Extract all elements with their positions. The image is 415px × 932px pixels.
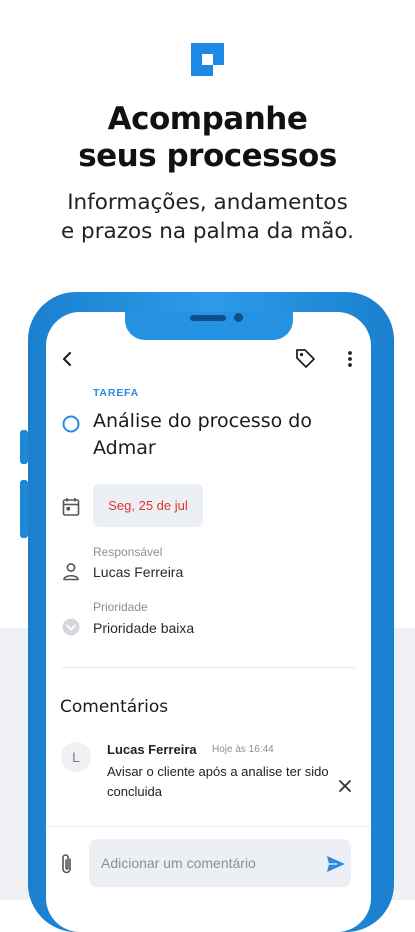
comment-text: Avisar o cliente após a analise ter sido… — [107, 764, 329, 799]
task-kind-label: TAREFA — [93, 387, 140, 399]
due-date-chip[interactable]: Seg, 25 de jul — [93, 484, 203, 527]
more-vertical-icon[interactable] — [341, 349, 359, 369]
phone-notch — [125, 312, 293, 340]
priority-value[interactable]: Prioridade baixa — [93, 620, 194, 636]
person-icon — [63, 563, 79, 581]
chevron-left-icon[interactable] — [60, 350, 74, 368]
promo-subline: Informações, andamentos e prazos na palm… — [0, 188, 415, 246]
close-icon[interactable] — [338, 779, 352, 793]
phone-camera — [234, 313, 243, 322]
calendar-icon — [62, 498, 80, 516]
priority-label: Prioridade — [93, 600, 148, 614]
phone-side-button — [20, 430, 28, 464]
comment-timestamp: Hoje às 16:44 — [212, 744, 274, 755]
app-logo-icon — [191, 43, 224, 76]
headline-line-1: Acompanhe — [107, 101, 308, 137]
phone-screen: TAREFA Análise do processo do Admar Seg,… — [46, 312, 371, 932]
phone-speaker — [190, 315, 226, 321]
paperclip-icon[interactable] — [58, 852, 76, 876]
avatar: L — [61, 742, 91, 772]
responsible-label: Responsável — [93, 545, 163, 559]
section-divider — [62, 667, 355, 668]
subline-line-1: Informações, andamentos — [67, 190, 348, 215]
send-icon[interactable] — [326, 855, 346, 873]
comments-heading: Comentários — [60, 697, 169, 717]
task-title: Análise do processo do Admar — [93, 410, 312, 459]
responsible-value[interactable]: Lucas Ferreira — [93, 564, 183, 580]
comment-author: Lucas Ferreira — [107, 742, 197, 757]
task-complete-checkbox[interactable] — [62, 415, 80, 433]
priority-low-icon — [62, 618, 80, 636]
subline-line-2: e prazos na palma da mão. — [61, 219, 354, 244]
headline-line-2: seus processos — [78, 138, 337, 174]
promo-headline: Acompanhe seus processos — [0, 101, 415, 175]
comment-input[interactable] — [89, 839, 351, 887]
phone-side-button — [20, 480, 28, 538]
tag-icon[interactable] — [294, 347, 316, 369]
